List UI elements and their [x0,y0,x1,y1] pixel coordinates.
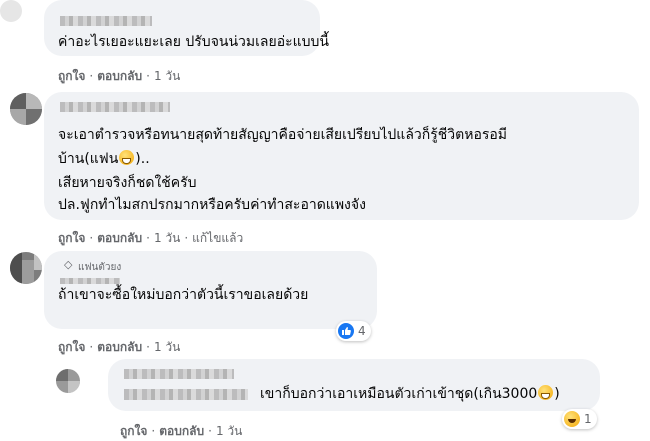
like-link[interactable]: ถูกใจ [120,424,147,438]
haha-icon [564,411,580,427]
reaction-summary[interactable]: 1 [562,409,597,429]
reply-link[interactable]: ตอบกลับ [97,340,142,354]
grin-emoji-icon [538,385,554,400]
reaction-count: 4 [358,324,366,338]
comment-actions: ถูกใจ · ตอบกลับ · 1 วัน [58,69,181,83]
like-link[interactable]: ถูกใจ [58,231,85,245]
comment-bubble: ◇ แฟนตัวยง ถ้าเขาจะซื้อใหม่บอกว่าตัวนี้เ… [44,251,377,329]
comment-actions: ถูกใจ · ตอบกลับ · 1 วัน [120,424,243,438]
comment-text-line-3: เสียหายจริงก็ชดใช้ครับ [58,175,197,191]
avatar[interactable] [0,0,22,22]
avatar[interactable] [10,252,42,284]
comment-actions: ถูกใจ · ตอบกลับ · 1 วัน [58,340,181,354]
grin-emoji-icon [119,150,135,165]
comment-bubble: เขาก็บอกว่าเอาเหมือนตัวเก่าเข้าชุด(เกิน3… [108,359,600,411]
author-name-blurred[interactable] [124,389,248,400]
comment-actions: ถูกใจ · ตอบกลับ · 1 วัน · แก้ไขแล้ว [58,231,244,245]
author-name-blurred[interactable] [60,16,152,26]
author-name-blurred[interactable] [124,369,234,379]
timestamp[interactable]: 1 วัน [216,424,242,438]
avatar[interactable] [56,369,80,393]
comment-bubble: จะเอาตำรวจหรือทนายสุดท้ายสัญญาคือจ่ายเสี… [44,92,639,220]
comment-text-line-2: บ้าน(แฟน).. [58,150,150,167]
comment-bubble: ค่าอะไรเยอะแยะเลย ปรับจนน่วมเลยอ่ะแบบนี้ [44,0,329,56]
comment-text-line-4: ปล.ฟูกทำไมสกปรกมากหรือครับค่าทำสะอาดแพงจ… [58,197,366,213]
diamond-icon: ◇ [64,258,73,271]
reaction-summary[interactable]: 4 [336,321,371,341]
edited-label[interactable]: แก้ไขแล้ว [192,231,243,245]
timestamp[interactable]: 1 วัน [154,340,180,354]
timestamp[interactable]: 1 วัน [154,69,180,83]
like-link[interactable]: ถูกใจ [58,340,85,354]
like-icon [338,323,354,339]
comment-text: เขาก็บอกว่าเอาเหมือนตัวเก่าเข้าชุด(เกิน3… [260,385,560,402]
comment-text: ค่าอะไรเยอะแยะเลย ปรับจนน่วมเลยอ่ะแบบนี้ [58,34,329,50]
comment-text: ถ้าเขาจะซื้อใหม่บอกว่าตัวนี้เราขอเลยด้วย [58,287,309,303]
like-link[interactable]: ถูกใจ [58,69,85,83]
timestamp[interactable]: 1 วัน [154,231,180,245]
author-name-blurred[interactable] [60,278,120,284]
reply-link[interactable]: ตอบกลับ [97,231,142,245]
top-fan-badge[interactable]: แฟนตัวยง [78,260,121,275]
avatar[interactable] [10,93,42,125]
reply-link[interactable]: ตอบกลับ [159,424,204,438]
author-name-blurred[interactable] [60,102,170,112]
comment-text-line-1: จะเอาตำรวจหรือทนายสุดท้ายสัญญาคือจ่ายเสี… [58,127,508,143]
reply-link[interactable]: ตอบกลับ [97,69,142,83]
reaction-count: 1 [584,412,592,426]
